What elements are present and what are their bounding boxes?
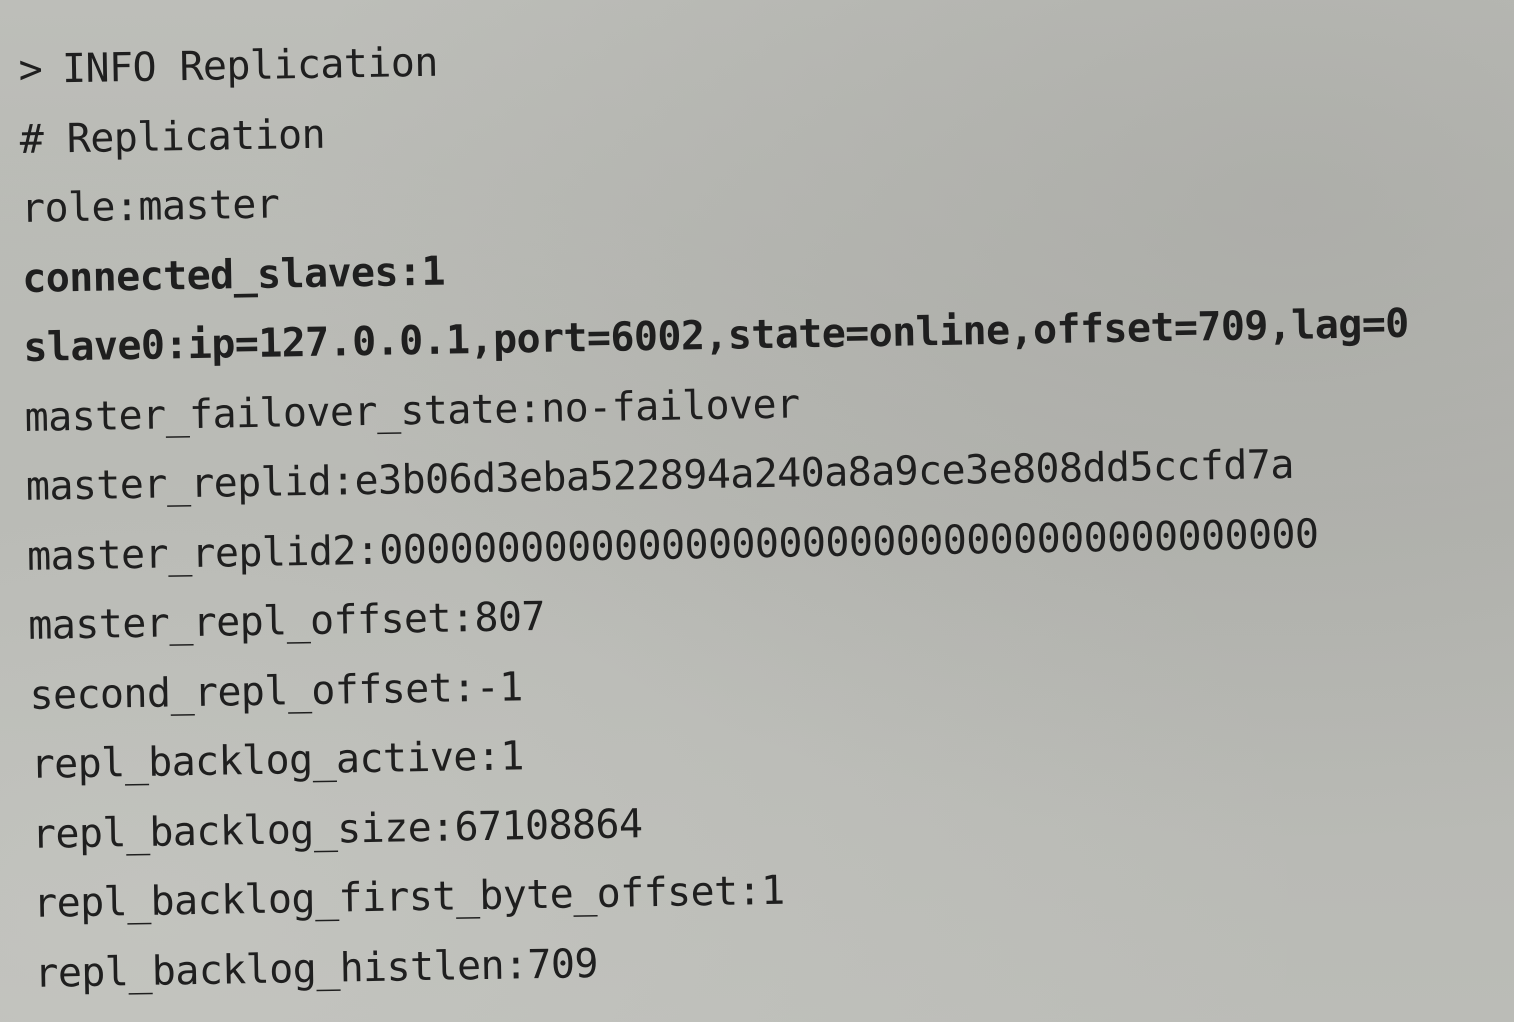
terminal-output: > INFO Replication # Replication role:mas… [18,11,1495,1009]
page: > INFO Replication # Replication role:mas… [0,0,1514,1022]
command-text: INFO Replication [61,39,439,93]
prompt-symbol: > [18,46,43,93]
